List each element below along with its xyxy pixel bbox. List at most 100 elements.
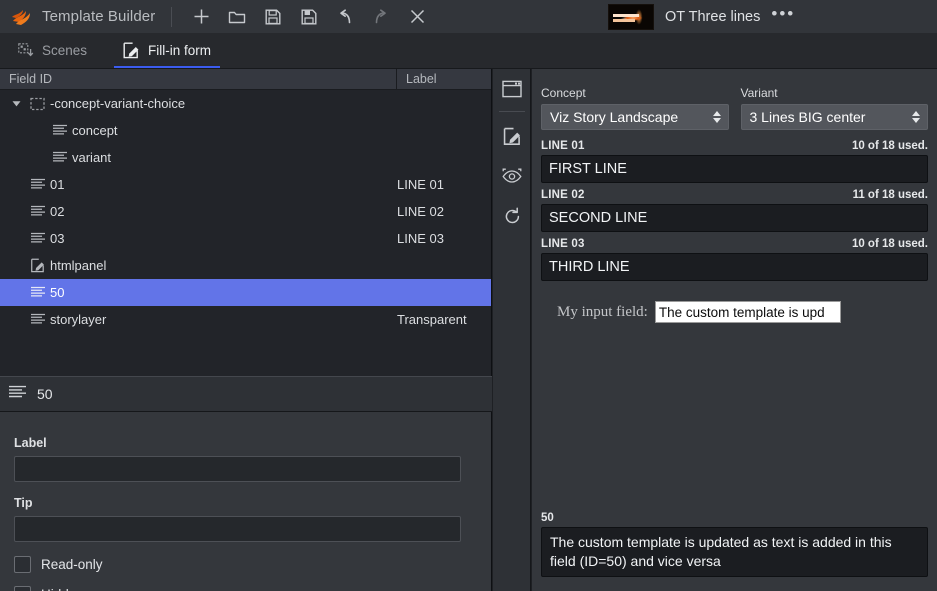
panel-layout-button[interactable]: [493, 69, 531, 109]
tree-row-02[interactable]: 02 LINE 02: [0, 198, 491, 225]
tree-row-id: htmlpanel: [50, 258, 107, 273]
tree-row-50[interactable]: 50: [0, 279, 491, 306]
custom-field-input[interactable]: The custom template is upd: [654, 301, 841, 323]
text-lines-icon: [26, 286, 50, 299]
field-50-input[interactable]: The custom template is updated as text i…: [541, 527, 928, 577]
text-lines-icon: [26, 232, 50, 245]
save-as-button[interactable]: [291, 0, 327, 33]
field-50-name: 50: [541, 512, 554, 524]
tree-row-03[interactable]: 03 LINE 03: [0, 225, 491, 252]
refresh-button[interactable]: [493, 196, 531, 236]
tree-header: Field ID Label: [0, 68, 491, 90]
concept-value: Viz Story Landscape: [550, 109, 679, 125]
text-lines-icon: [26, 313, 50, 326]
undo-button[interactable]: [327, 0, 363, 33]
new-button[interactable]: [183, 0, 219, 33]
tree-row-id: 50: [50, 285, 65, 300]
column-header-field-id[interactable]: Field ID: [0, 68, 397, 90]
tree-row-01[interactable]: 01 LINE 01: [0, 171, 491, 198]
app-brand: Template Builder: [0, 7, 155, 27]
text-lines-icon: [26, 205, 50, 218]
tree-row-htmlpanel[interactable]: htmlpanel: [0, 252, 491, 279]
tab-scenes[interactable]: Scenes: [0, 33, 105, 68]
tree-row-label: LINE 03: [397, 231, 444, 246]
field-counter: 10 of 18 used.: [851, 140, 928, 152]
text-lines-icon: [8, 385, 27, 403]
field-name: LINE 02: [541, 189, 585, 201]
scenes-icon: [18, 42, 34, 59]
tree-row-id: concept: [72, 123, 118, 138]
field-name: LINE 01: [541, 140, 585, 152]
field-tree-panel: Field ID Label -concept-variant-choice c…: [0, 68, 492, 376]
properties-title: 50: [37, 386, 53, 402]
field-name: LINE 03: [541, 238, 585, 250]
field-input[interactable]: FIRST LINE: [541, 155, 928, 183]
field-input[interactable]: SECOND LINE: [541, 204, 928, 232]
tip-caption: Tip: [14, 496, 33, 510]
app-name: Template Builder: [42, 8, 156, 25]
column-header-label[interactable]: Label: [397, 69, 491, 90]
tree-row-id: -concept-variant-choice: [50, 96, 186, 111]
readonly-row[interactable]: Read-only: [14, 556, 473, 573]
tree-row-id: 01: [50, 177, 65, 192]
concept-variant-row: Concept Viz Story Landscape Variant 3 Li…: [541, 86, 928, 130]
flame-logo-icon: [11, 7, 33, 27]
preview-button[interactable]: [493, 156, 531, 196]
properties-header: 50: [0, 376, 492, 412]
file-toolbar: [183, 0, 435, 33]
readonly-label: Read-only: [41, 557, 103, 572]
variant-select[interactable]: 3 Lines BIG center: [740, 104, 928, 130]
tab-scenes-label: Scenes: [42, 43, 88, 58]
tree-row-storylayer[interactable]: storylayer Transparent: [0, 306, 491, 333]
readonly-checkbox[interactable]: [14, 556, 31, 573]
main-tabs: Scenes Fill-in form: [0, 33, 937, 69]
text-lines-icon: [48, 124, 72, 137]
custom-field-label: My input field:: [557, 303, 648, 320]
field-input[interactable]: THIRD LINE: [541, 253, 928, 281]
document-info: OT Three lines •••: [608, 0, 795, 33]
tree-row-label: Transparent: [397, 312, 467, 327]
toolbar-divider: [171, 6, 173, 27]
spinner-updown-icon[interactable]: [912, 111, 920, 123]
hidden-row[interactable]: Hidden: [14, 586, 473, 591]
tree-row-label: LINE 01: [397, 177, 444, 192]
close-button[interactable]: [399, 0, 435, 33]
fill-in-form-panel: Concept Viz Story Landscape Variant 3 Li…: [532, 69, 937, 591]
tree-row-concept[interactable]: concept: [0, 117, 491, 144]
thumbnail-graphic: [619, 6, 653, 29]
hidden-label: Hidden: [41, 587, 84, 591]
concept-select[interactable]: Viz Story Landscape: [541, 104, 729, 130]
thumbnail-line-2: [613, 18, 635, 22]
properties-panel: Label Tip Read-only Hidden: [0, 412, 492, 591]
variant-value: 3 Lines BIG center: [749, 109, 866, 125]
tree-row-label: LINE 02: [397, 204, 444, 219]
custom-html-field: My input field: The custom template is u…: [541, 301, 928, 323]
thumbnail-line-1: [613, 13, 639, 17]
overflow-menu-button[interactable]: •••: [771, 5, 795, 23]
title-bar: Template Builder OT Three lines •••: [0, 0, 937, 33]
tree-row-id: 02: [50, 204, 65, 219]
chevron-down-icon[interactable]: [6, 98, 26, 109]
field-line-02: LINE 02 11 of 18 used. SECOND LINE: [541, 189, 928, 232]
hidden-checkbox[interactable]: [14, 586, 31, 591]
tree-row-concept-variant-choice[interactable]: -concept-variant-choice: [0, 90, 491, 117]
edit-form-button[interactable]: [493, 116, 531, 156]
tab-fill-in-form[interactable]: Fill-in form: [105, 33, 229, 68]
tree-row-variant[interactable]: variant: [0, 144, 491, 171]
concept-group: Concept Viz Story Landscape: [541, 86, 729, 130]
text-lines-icon: [48, 151, 72, 164]
html-panel-icon: [26, 258, 50, 273]
document-title: OT Three lines: [665, 8, 761, 25]
form-edit-icon: [123, 42, 140, 59]
concept-label: Concept: [541, 86, 586, 100]
label-caption: Label: [14, 436, 47, 450]
spinner-updown-icon[interactable]: [712, 111, 721, 123]
redo-button[interactable]: [363, 0, 399, 33]
save-button[interactable]: [255, 0, 291, 33]
tip-input[interactable]: [14, 516, 461, 542]
label-input[interactable]: [14, 456, 461, 482]
variant-group: Variant 3 Lines BIG center: [740, 86, 928, 130]
text-lines-icon: [26, 178, 50, 191]
open-button[interactable]: [219, 0, 255, 33]
tree-row-id: 03: [50, 231, 65, 246]
